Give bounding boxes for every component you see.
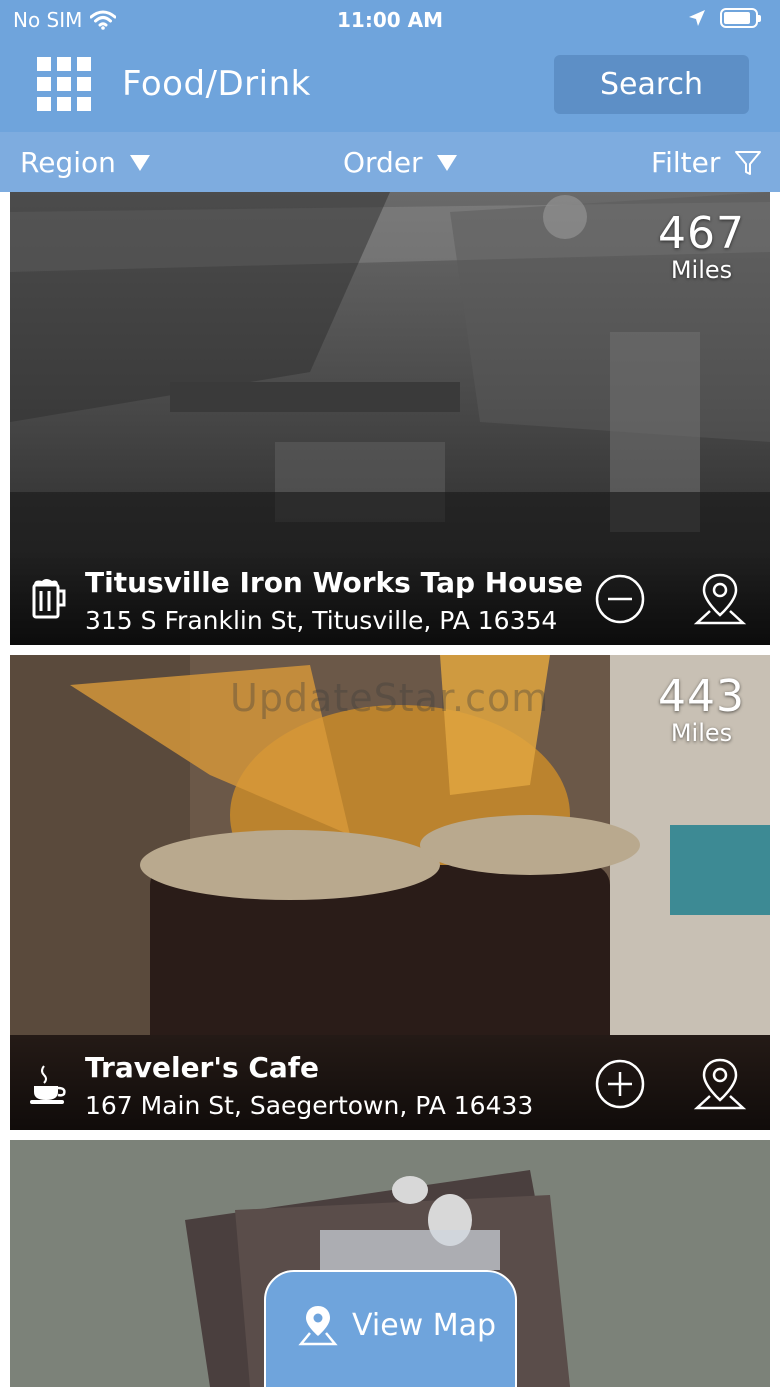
funnel-icon: [735, 150, 762, 175]
chevron-down-icon: [129, 154, 150, 171]
map-pin-icon[interactable]: [693, 571, 747, 627]
watermark: UpdateStar.com: [230, 676, 550, 720]
distance-unit: Miles: [670, 719, 733, 747]
order-label: Order: [343, 146, 423, 179]
view-map-label: View Map: [352, 1307, 497, 1343]
distance-value: 467: [658, 208, 745, 259]
distance-unit: Miles: [670, 256, 733, 284]
distance-badge: 443 Miles: [658, 671, 745, 747]
filter-bar: Region Order Filter: [0, 132, 780, 192]
card-footer: Traveler's Cafe 167 Main St, Saegertown,…: [10, 1035, 770, 1130]
battery-level: [724, 12, 750, 24]
battery-icon: [720, 8, 761, 28]
chevron-down-icon: [436, 154, 457, 171]
listing-card[interactable]: 443 Miles Traveler's Cafe 167 Main St, S…: [10, 655, 770, 1130]
menu-grid-icon[interactable]: [37, 57, 91, 111]
distance-badge: 467 Miles: [658, 208, 745, 284]
listing-name[interactable]: Titusville Iron Works Tap House: [85, 566, 583, 599]
beer-mug-icon: [32, 579, 66, 619]
card-footer: Titusville Iron Works Tap House 315 S Fr…: [10, 550, 770, 645]
listing-name[interactable]: Traveler's Cafe: [85, 1051, 319, 1084]
map-pin-icon[interactable]: [693, 1056, 747, 1112]
location-arrow-icon: [689, 10, 705, 26]
map-pin-icon: [298, 1306, 338, 1346]
page-title: Food/Drink: [122, 64, 311, 104]
search-button[interactable]: Search: [554, 55, 749, 114]
remove-favorite-icon[interactable]: [595, 574, 645, 624]
view-map-content: View Map: [298, 1304, 496, 1346]
filter-button[interactable]: Filter: [651, 146, 762, 179]
coffee-cup-icon: [30, 1065, 66, 1104]
filter-label: Filter: [651, 146, 721, 179]
listing-address: 167 Main St, Saegertown, PA 16433: [85, 1091, 534, 1120]
status-bar: No SIM 11:00 AM: [0, 0, 780, 40]
distance-value: 443: [658, 671, 745, 722]
region-label: Region: [20, 146, 116, 179]
view-map-button[interactable]: View Map: [264, 1270, 517, 1387]
region-dropdown[interactable]: Region: [20, 146, 150, 179]
status-time: 11:00 AM: [336, 8, 443, 32]
listing-card[interactable]: 467 Miles Titusville Iron Works Tap Hous…: [10, 192, 770, 645]
order-dropdown[interactable]: Order: [343, 146, 457, 179]
listing-address: 315 S Franklin St, Titusville, PA 16354: [85, 606, 558, 635]
header: No SIM 11:00 AM Food/Drink Search: [0, 0, 780, 132]
add-favorite-icon[interactable]: [595, 1059, 645, 1109]
status-right: [688, 8, 761, 28]
